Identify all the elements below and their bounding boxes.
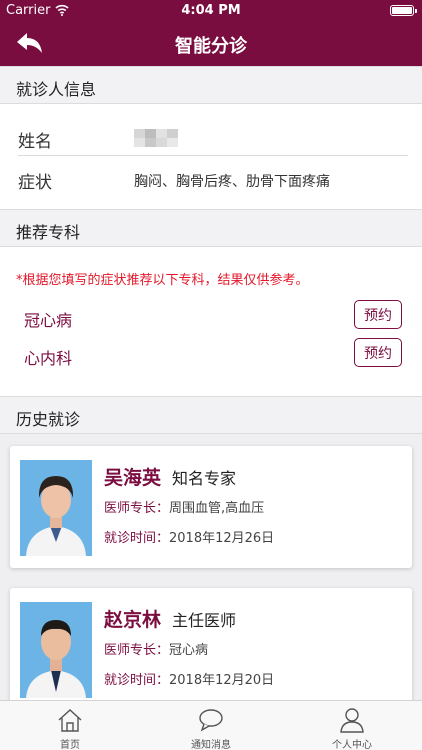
masked-name <box>134 129 180 147</box>
date-value: 2018年12月20日 <box>169 673 275 688</box>
recommended-title: 推荐专科 <box>16 223 81 242</box>
department-row: 冠心病 预约 <box>24 300 402 334</box>
patient-info-panel: 姓名 症状 胸闷、胸骨后疼、肋骨下面疼痛 <box>0 104 422 209</box>
history-title: 历史就诊 <box>16 410 81 429</box>
tab-profile[interactable]: 个人中心 <box>282 701 422 750</box>
date-label: 就诊时间： <box>104 673 170 688</box>
tab-messages[interactable]: 通知消息 <box>141 701 281 750</box>
patient-info-header: 就诊人信息 <box>0 66 422 104</box>
visit-date: 就诊时间：2018年12月26日 <box>104 527 274 546</box>
department-name[interactable]: 冠心病 <box>24 307 72 331</box>
divider <box>18 155 408 156</box>
tab-label: 个人中心 <box>332 740 372 750</box>
symptom-row: 症状 胸闷、胸骨后疼、肋骨下面疼痛 <box>18 159 408 199</box>
page-title: 智能分诊 <box>175 36 247 57</box>
symptom-label: 症状 <box>18 173 52 193</box>
history-card[interactable]: 赵京林 主任医师 医师专长：冠心病 就诊时间：2018年12月20日 <box>10 588 412 710</box>
clock: 4:04 PM <box>181 3 241 18</box>
battery-icon <box>390 5 417 16</box>
tab-label: 通知消息 <box>191 740 231 750</box>
doctor-specialty: 医师专长：周围血管,高血压 <box>104 497 264 516</box>
recommended-panel: *根据您填写的症状推荐以下专科，结果仅供参考。 冠心病 预约 心内科 预约 <box>0 247 422 396</box>
book-button[interactable]: 预约 <box>354 338 402 367</box>
history-card[interactable]: 吴海英 知名专家 医师专长：周围血管,高血压 就诊时间：2018年12月26日 <box>10 446 412 568</box>
name-label: 姓名 <box>18 132 52 152</box>
specialty-label: 医师专长： <box>104 501 170 516</box>
doctor-name: 赵京林 <box>104 609 162 631</box>
date-label: 就诊时间： <box>104 531 170 546</box>
recommended-header: 推荐专科 <box>0 209 422 247</box>
date-value: 2018年12月26日 <box>169 531 275 546</box>
department-row: 心内科 预约 <box>24 338 402 372</box>
department-name[interactable]: 心内科 <box>24 345 72 369</box>
person-icon <box>340 708 364 733</box>
tab-home[interactable]: 首页 <box>0 701 140 750</box>
specialty-value: 冠心病 <box>169 643 209 658</box>
chat-bubble-icon <box>199 709 223 732</box>
status-bar: Carrier 4:04 PM <box>0 0 422 22</box>
tab-label: 首页 <box>60 740 80 750</box>
history-header: 历史就诊 <box>0 396 422 434</box>
doctor-title: 主任医师 <box>172 611 237 630</box>
symptom-value: 胸闷、胸骨后疼、肋骨下面疼痛 <box>134 174 330 190</box>
doctor-specialty: 医师专长：冠心病 <box>104 639 208 658</box>
visit-date: 就诊时间：2018年12月20日 <box>104 669 274 688</box>
doctor-photo <box>20 460 92 556</box>
book-button[interactable]: 预约 <box>354 300 402 329</box>
navigation-bar: 智能分诊 <box>0 22 422 66</box>
tab-bar: 首页 通知消息 个人中心 <box>0 700 422 750</box>
doctor-name: 吴海英 <box>104 467 162 489</box>
specialty-value: 周围血管,高血压 <box>169 501 265 516</box>
doctor-photo <box>20 602 92 698</box>
specialty-label: 医师专长： <box>104 643 170 658</box>
home-icon <box>58 709 82 732</box>
recommendation-notice: *根据您填写的症状推荐以下专科，结果仅供参考。 <box>16 273 309 288</box>
patient-info-title: 就诊人信息 <box>16 80 97 99</box>
doctor-title: 知名专家 <box>172 469 237 488</box>
name-row: 姓名 <box>18 118 408 158</box>
